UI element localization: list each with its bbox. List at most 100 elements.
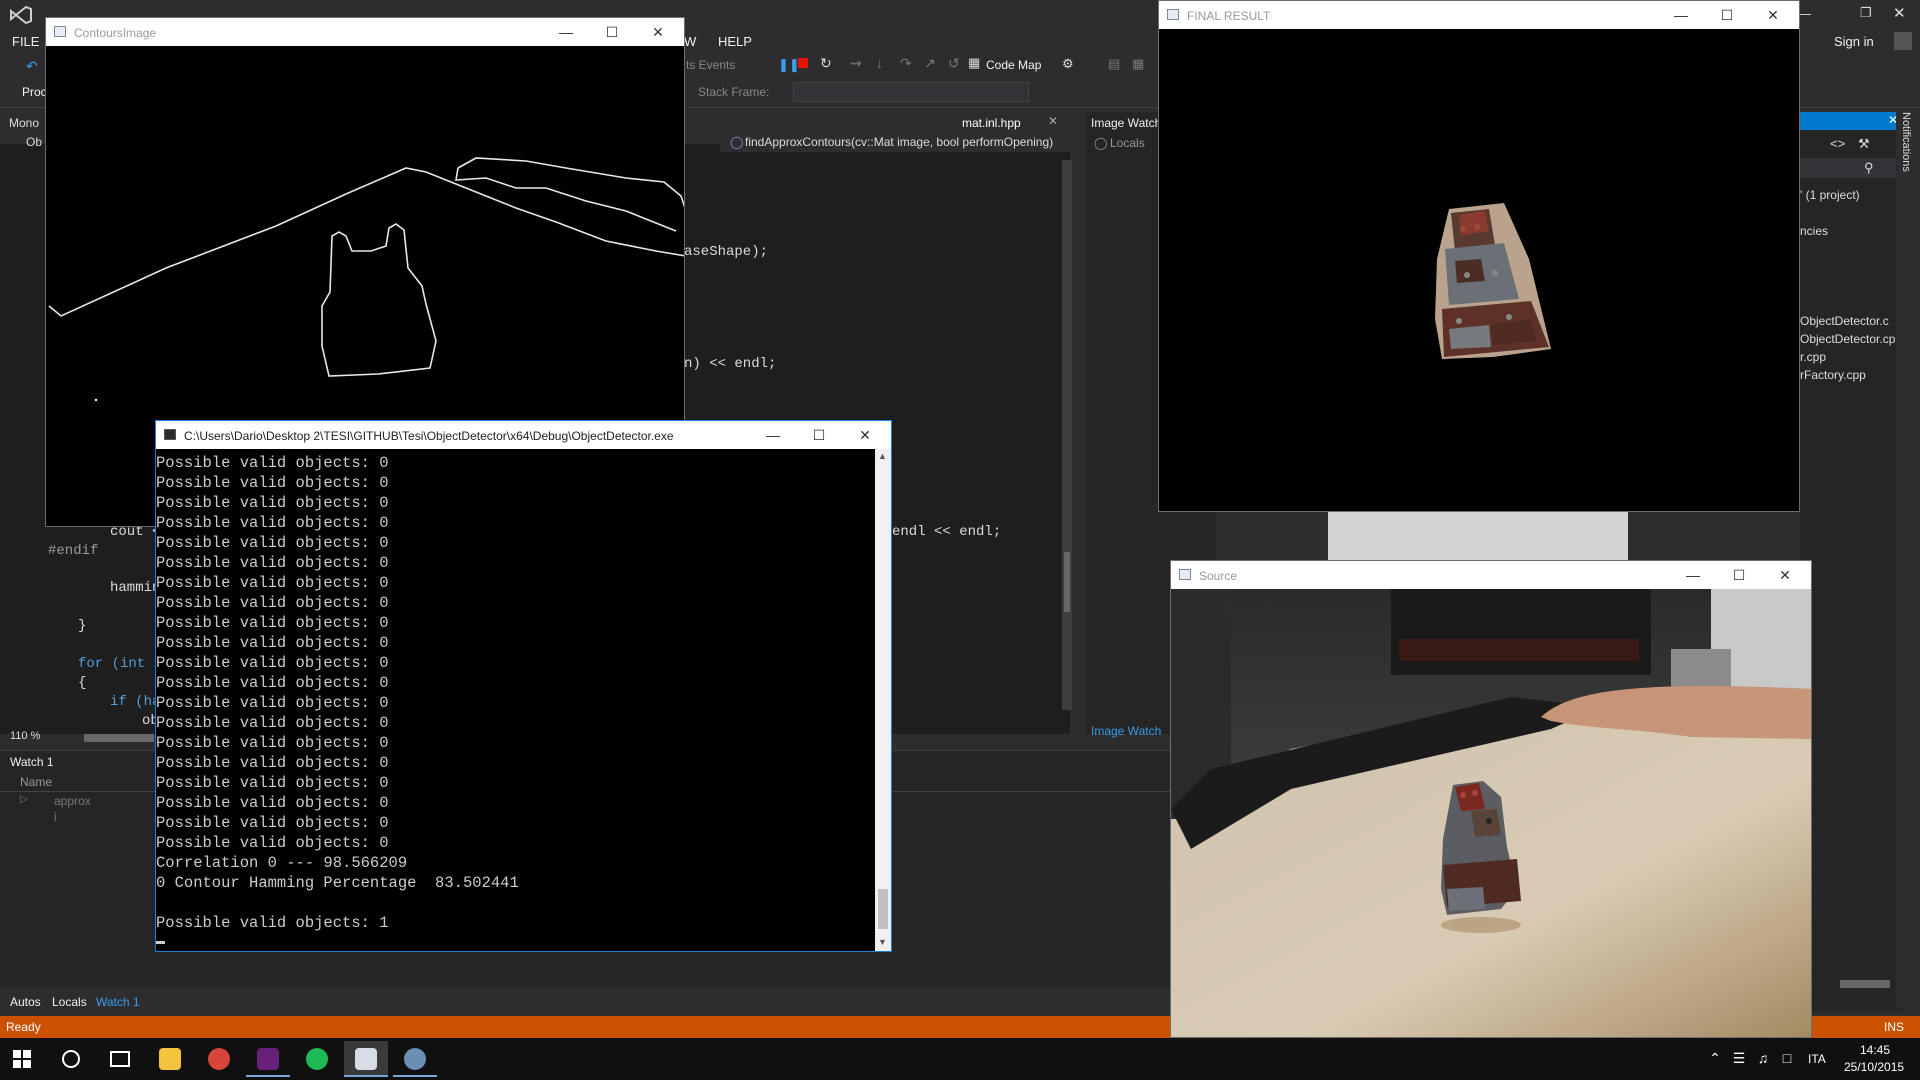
final-minimize-button[interactable]: — [1659,4,1703,26]
tools-icon[interactable]: ⚙ [1062,56,1074,72]
tab-watch1[interactable]: Watch 1 [96,995,140,1009]
taskbar-debugger[interactable] [393,1041,437,1077]
events-dropdown[interactable]: ts Events [686,58,735,72]
tray-chevron-up-icon[interactable]: ⌃ [1706,1050,1724,1068]
watch-row-name[interactable]: approx [54,794,91,808]
console-line: Possible valid objects: 0 [156,454,389,472]
start-button[interactable] [13,1050,31,1068]
console-minimize-button[interactable]: — [751,424,795,446]
source-maximize-button[interactable]: ☐ [1717,564,1761,586]
tray-language[interactable]: ITA [1808,1052,1826,1066]
wrench-icon[interactable]: ⚒ [1858,136,1870,152]
left-panel-tab[interactable]: Mono [9,116,39,130]
layout-icon[interactable]: ▤ [1108,56,1120,72]
function-icon: ◯ [730,135,744,149]
console-close-button[interactable]: ✕ [843,424,887,446]
code-map-button[interactable]: Code Map [986,58,1041,72]
vs-close-button[interactable]: ✕ [1893,4,1906,22]
contours-maximize-button[interactable]: ☐ [590,21,634,43]
step-out-icon[interactable]: ↗ [924,55,936,72]
pause-icon[interactable]: ❚❚ [778,57,800,73]
final-maximize-button[interactable]: ☐ [1705,4,1749,26]
console-maximize-button[interactable]: ☐ [797,424,841,446]
sign-in-link[interactable]: Sign in [1834,34,1874,49]
clock-time[interactable]: 14:45 [1860,1043,1890,1057]
console-window[interactable]: C:\Users\Dario\Desktop 2\TESI\GITHUB\Tes… [155,420,892,952]
console-output[interactable]: Possible valid objects: 0 Possible valid… [156,449,875,951]
function-dropdown[interactable]: ◯ findApproxContours(cv::Mat image, bool… [720,132,1084,152]
image-watch-tab[interactable]: Image Watch [1091,116,1161,130]
refresh-icon[interactable]: ↺ [948,55,960,72]
debug-bottom-tabs: Autos Locals Watch 1 [0,988,1170,1016]
layout2-icon[interactable]: ▦ [1132,56,1144,72]
account-avatar-icon[interactable] [1894,32,1912,50]
show-next-statement-icon[interactable]: ⇝ [850,55,862,72]
taskbar-visual-studio[interactable] [246,1041,290,1077]
vs-restore-button[interactable]: ❐ [1860,5,1872,21]
contours-titlebar[interactable]: ContoursImage — ☐ ✕ [46,18,684,46]
tab-autos[interactable]: Autos [10,995,41,1009]
horizontal-scroll-thumb[interactable] [84,734,154,742]
clock-date[interactable]: 25/10/2015 [1844,1060,1904,1074]
tab-locals[interactable]: Locals [52,995,87,1009]
stack-frame-dropdown[interactable] [793,82,1029,102]
source-titlebar[interactable]: Source — ☐ ✕ [1171,561,1811,589]
stop-icon[interactable] [798,58,808,68]
expand-arrow-icon[interactable]: ▷ [20,794,28,805]
code-map-icon[interactable]: ▦ [968,55,980,71]
tray-volume-icon[interactable]: ♫ [1754,1050,1772,1068]
code-view-icon[interactable]: <> [1830,136,1845,151]
background-window-fragment [1328,512,1628,560]
scroll-up-icon[interactable]: ▲ [878,451,887,461]
task-view-icon[interactable] [110,1051,130,1067]
editor-vertical-scrollbar[interactable] [1062,160,1072,710]
console-scrollbar[interactable]: ▲ ▼ [875,449,891,951]
watch-row-name[interactable]: i [54,810,57,824]
solution-explorer: ✕ <> ⚒ ⚲ ' (1 project) ncies ObjectDetec… [1800,112,1904,1012]
source-close-button[interactable]: ✕ [1763,564,1807,586]
taskbar-chrome[interactable] [197,1041,241,1077]
solution-file-item[interactable]: rFactory.cpp [1800,368,1866,382]
left-panel-sub: Ob [26,135,43,149]
nav-back-icon[interactable]: ↶ [26,58,38,75]
final-result-window[interactable]: FINAL RESULT — ☐ ✕ [1158,0,1800,512]
close-tab-icon[interactable]: ✕ [1048,114,1058,128]
solution-horizontal-scroll[interactable] [1840,980,1890,988]
notifications-tab[interactable]: Notifications [1900,112,1912,172]
image-watch-link[interactable]: Image Watch [1091,724,1161,738]
restart-icon[interactable]: ↻ [820,55,832,72]
source-window[interactable]: Source — ☐ ✕ [1170,560,1812,1038]
zoom-level[interactable]: 110 % [10,730,40,742]
contours-minimize-button[interactable]: — [544,21,588,43]
console-scroll-thumb[interactable] [878,889,888,929]
locals-radio-icon[interactable]: ◯ [1094,136,1107,150]
solution-file-item[interactable]: ObjectDetector.cp [1800,332,1895,346]
taskbar-opencv-windows[interactable] [344,1041,388,1077]
menu-window[interactable]: W [684,34,696,49]
solution-search-input[interactable] [1800,158,1904,178]
taskbar-file-explorer[interactable] [148,1041,192,1077]
taskbar-spotify[interactable] [295,1041,339,1077]
code-line: n) << endl; [684,356,777,372]
solution-project-label[interactable]: ' (1 project) [1800,188,1860,202]
step-over-icon[interactable]: ↷ [900,55,912,72]
contours-close-button[interactable]: ✕ [636,21,680,43]
cortana-search-icon[interactable] [62,1050,80,1068]
tray-network-icon[interactable]: ☰ [1730,1050,1748,1068]
source-minimize-button[interactable]: — [1671,564,1715,586]
editor-scroll-thumb[interactable] [1064,552,1070,612]
solution-deps-label[interactable]: ncies [1800,224,1828,238]
console-titlebar[interactable]: C:\Users\Dario\Desktop 2\TESI\GITHUB\Tes… [156,421,891,449]
solution-file-item[interactable]: ObjectDetector.c [1800,314,1889,328]
solution-search-icon[interactable]: ⚲ [1864,160,1874,176]
tray-notifications-icon[interactable]: □ [1778,1050,1796,1068]
scroll-down-icon[interactable]: ▼ [878,937,887,947]
solution-file-item[interactable]: r.cpp [1800,350,1826,364]
file-tab-mat-inl[interactable]: mat.inl.hpp [962,116,1021,130]
final-result-titlebar[interactable]: FINAL RESULT — ☐ ✕ [1159,1,1799,29]
final-close-button[interactable]: ✕ [1751,4,1795,26]
menu-file[interactable]: FILE [12,34,39,49]
folder-icon [159,1048,181,1070]
step-into-icon[interactable]: ↓ [876,55,883,71]
menu-help[interactable]: HELP [718,34,752,49]
